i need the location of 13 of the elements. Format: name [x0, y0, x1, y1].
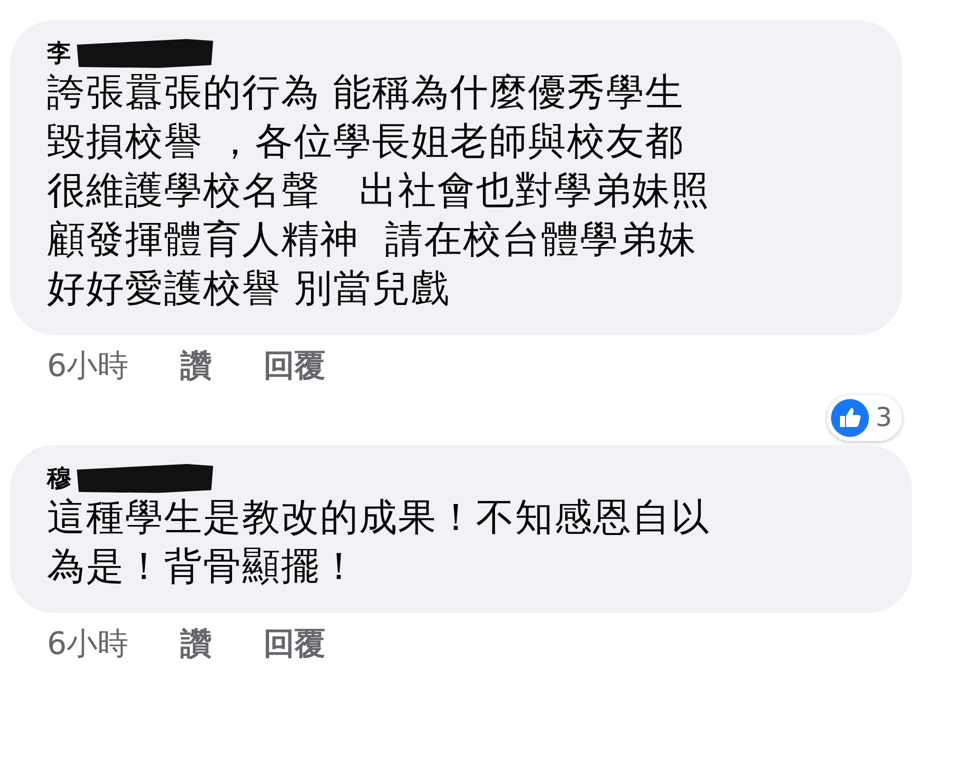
like-icon: [831, 399, 870, 437]
author-name[interactable]: 穆: [47, 462, 71, 494]
comment-text: 誇張囂張的行為 能稱為什麼優秀學生毀損校譽 ，各位學長姐老師與校友都很維護學校名聲 出社會也對學弟妹照顧發揮體育人精神 請在校台體學弟妹好好愛護校譽 別當兒戲: [47, 69, 712, 312]
timestamp: 6小時: [47, 347, 129, 386]
like-link[interactable]: 讚: [180, 345, 212, 387]
reply-link[interactable]: 回覆: [264, 623, 326, 665]
like-link[interactable]: 讚: [180, 623, 212, 665]
comment-text: 這種學生是教改的成果！不知感恩自以為是！背骨顯擺！: [47, 494, 711, 590]
reply-link[interactable]: 回覆: [264, 345, 326, 387]
reaction-count: 3: [875, 403, 892, 433]
timestamp: 6小時: [47, 625, 129, 664]
reaction-badge[interactable]: 3: [827, 395, 902, 441]
author-name[interactable]: 李: [47, 37, 71, 69]
